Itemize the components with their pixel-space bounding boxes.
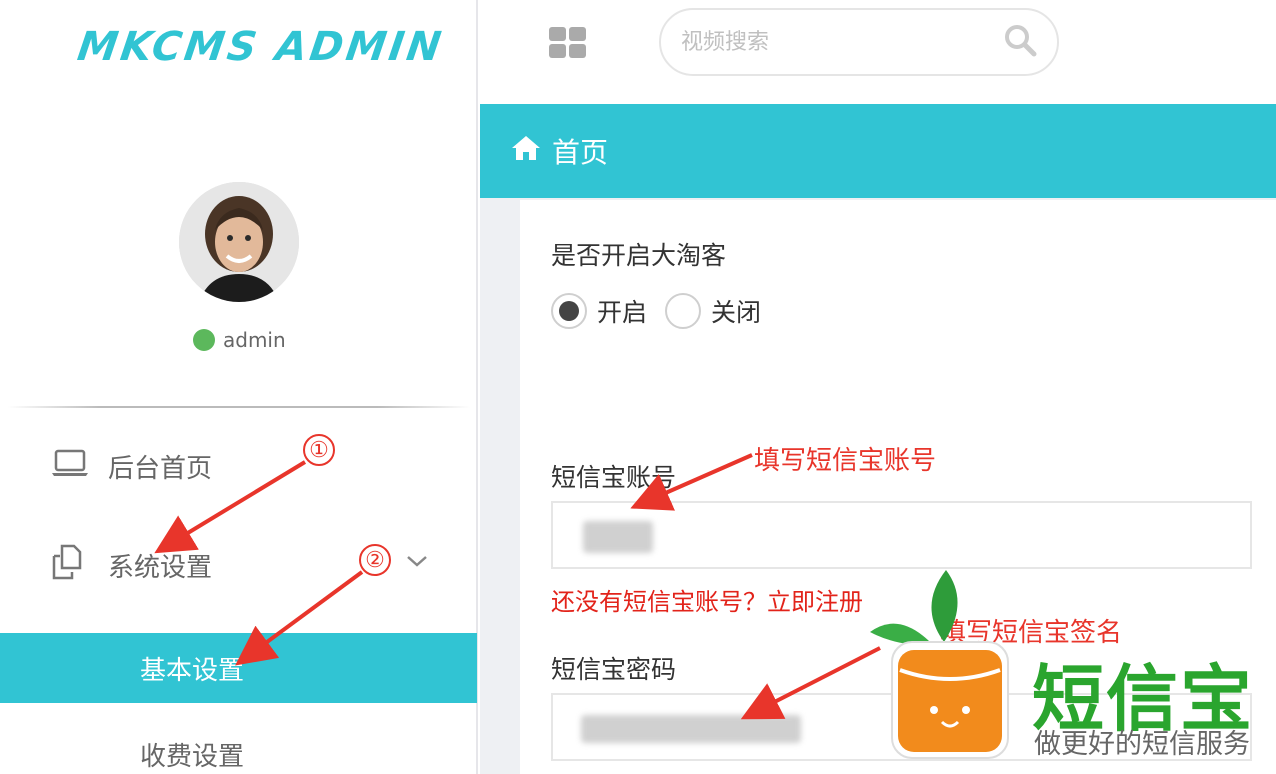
app-logo[interactable]: MKCMS ADMIN — [75, 24, 447, 70]
account-label: 短信宝账号 — [551, 463, 677, 492]
step-1-marker: ① — [303, 434, 335, 466]
radio-disable-label[interactable]: 关闭 — [711, 293, 761, 329]
chevron-down-icon[interactable] — [404, 552, 430, 574]
sidebar-item-label: 系统设置 — [108, 553, 213, 583]
sidebar-subitem-basic-settings[interactable]: 基本设置 — [0, 633, 477, 703]
laptop-icon — [50, 448, 90, 485]
taoke-label: 是否开启大淘客 — [551, 241, 727, 270]
account-input[interactable] — [551, 501, 1252, 569]
sidebar-subitem-charge-settings[interactable]: 收费设置 — [140, 736, 244, 773]
search-input[interactable] — [681, 29, 1003, 55]
sidebar: MKCMS ADMIN admin 后台首页 系统设置 基本设置 收费设置 — [0, 0, 478, 774]
user-status: admin — [193, 328, 286, 352]
sidebar-item-system-settings[interactable]: 系统设置 — [50, 542, 212, 589]
username: admin — [223, 328, 286, 352]
video-search-box — [659, 8, 1059, 76]
copy-icon — [50, 542, 90, 589]
online-status-dot — [193, 329, 215, 351]
sidebar-item-home[interactable]: 后台首页 — [50, 448, 212, 485]
register-link[interactable]: 还没有短信宝账号？立即注册 — [551, 582, 863, 617]
breadcrumb: 首页 — [480, 104, 1276, 198]
radio-enable[interactable] — [551, 293, 587, 329]
breadcrumb-home[interactable]: 首页 — [552, 131, 608, 171]
annotation-fill-account: 填写短信宝账号 — [754, 446, 937, 476]
redacted-value — [581, 715, 801, 743]
admin-page: MKCMS ADMIN admin 后台首页 系统设置 基本设置 收费设置 视频… — [0, 0, 1276, 774]
avatar[interactable] — [179, 182, 299, 302]
radio-enable-label[interactable]: 开启 — [597, 293, 647, 329]
grid-menu-icon[interactable] — [548, 26, 588, 64]
password-label: 短信宝密码 — [551, 655, 677, 684]
home-icon — [510, 134, 542, 169]
step-2-marker: ② — [359, 544, 391, 576]
radio-disable[interactable] — [665, 293, 702, 329]
sidebar-divider — [8, 406, 470, 408]
brand-slogan: 做更好的短信服务 — [1034, 729, 1250, 760]
sidebar-item-label: 后台首页 — [108, 454, 213, 484]
sidebar-subitem-label: 基本设置 — [140, 655, 245, 686]
redacted-value — [583, 521, 653, 553]
taoke-radio-group: 开启 关闭 — [551, 293, 761, 329]
search-icon[interactable] — [1003, 23, 1037, 61]
